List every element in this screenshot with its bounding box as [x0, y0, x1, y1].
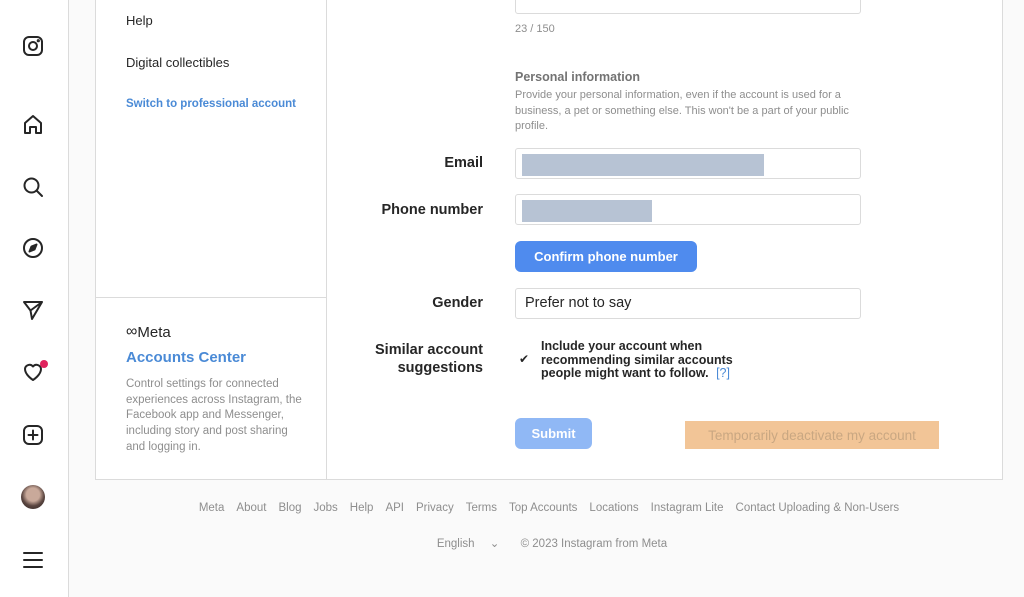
footer-bottom: English ⌄ © 2023 Instagram from Meta: [95, 536, 1003, 550]
footer-link-instagram-lite[interactable]: Instagram Lite: [651, 502, 724, 514]
personal-info-description: Provide your personal information, even …: [515, 89, 849, 132]
footer-link-contact-uploading[interactable]: Contact Uploading & Non-Users: [736, 502, 900, 514]
email-field[interactable]: [515, 148, 861, 179]
home-icon[interactable]: [21, 113, 45, 137]
footer-link-locations[interactable]: Locations: [589, 502, 638, 514]
footer-link-blog[interactable]: Blog: [278, 502, 301, 514]
similar-accounts-help-link[interactable]: [?]: [716, 366, 730, 380]
language-select[interactable]: English ⌄: [431, 538, 506, 550]
profile-avatar[interactable]: [21, 485, 45, 509]
chevron-down-icon: ⌄: [489, 538, 500, 550]
similar-accounts-text: Include your account when recommending s…: [541, 339, 766, 381]
similar-accounts-label: Similar account suggestions: [375, 342, 483, 376]
email-redacted: [522, 154, 764, 176]
footer-link-privacy[interactable]: Privacy: [416, 502, 454, 514]
deactivate-account-button[interactable]: Temporarily deactivate my account: [685, 421, 939, 449]
settings-card: Help Digital collectibles Switch to prof…: [95, 0, 1003, 480]
footer-links: Meta About Blog Jobs Help API Privacy Terms Top …: [95, 502, 1003, 514]
footer-link-help[interactable]: Help: [350, 502, 374, 514]
similar-accounts-description: Include your account when recommending s…: [541, 339, 733, 380]
footer-link-meta[interactable]: Meta: [199, 502, 225, 514]
phone-redacted: [522, 200, 652, 222]
submit-button[interactable]: Submit: [515, 418, 592, 449]
left-nav: [0, 0, 69, 597]
accounts-center-description: Control settings for connected experienc…: [126, 378, 302, 453]
meta-logo: ∞ Meta: [126, 323, 171, 341]
footer-link-jobs[interactable]: Jobs: [314, 502, 338, 514]
notification-badge: [40, 360, 48, 368]
notifications-heart-icon[interactable]: [21, 360, 48, 384]
footer-link-top-accounts[interactable]: Top Accounts: [509, 502, 577, 514]
bio-counter: 23 / 150: [515, 23, 555, 35]
gender-label: Gender: [432, 295, 483, 311]
footer-link-api[interactable]: API: [385, 502, 404, 514]
messages-send-icon[interactable]: [21, 298, 45, 322]
meta-infinity-icon: ∞: [126, 323, 137, 340]
language-value: English: [436, 538, 475, 550]
phone-field[interactable]: [515, 194, 861, 225]
accounts-center-link[interactable]: Accounts Center: [126, 349, 246, 366]
similar-accounts-checkbox[interactable]: ✔: [517, 352, 531, 366]
bio-textarea[interactable]: [515, 0, 861, 14]
meta-logo-text: Meta: [137, 323, 171, 341]
personal-info-title: Personal information: [515, 70, 641, 84]
menu-hamburger-icon[interactable]: [21, 548, 45, 572]
explore-compass-icon[interactable]: [21, 236, 45, 260]
sidebar-divider: [96, 297, 326, 298]
search-icon[interactable]: [21, 175, 45, 199]
footer-link-terms[interactable]: Terms: [466, 502, 497, 514]
sidebar-item-digital-collectibles[interactable]: Digital collectibles: [126, 55, 229, 70]
email-label: Email: [444, 155, 483, 171]
copyright: © 2023 Instagram from Meta: [520, 538, 668, 550]
gender-select[interactable]: Prefer not to say: [515, 288, 861, 319]
confirm-phone-button[interactable]: Confirm phone number: [515, 241, 697, 272]
sidebar-item-help[interactable]: Help: [126, 13, 153, 28]
phone-label: Phone number: [381, 202, 483, 218]
switch-professional-link[interactable]: Switch to professional account: [126, 98, 296, 110]
instagram-logo-icon[interactable]: [21, 34, 45, 58]
settings-sidebar: Help Digital collectibles Switch to prof…: [96, 0, 327, 479]
create-plus-icon[interactable]: [21, 423, 45, 447]
footer-link-about[interactable]: About: [236, 502, 266, 514]
